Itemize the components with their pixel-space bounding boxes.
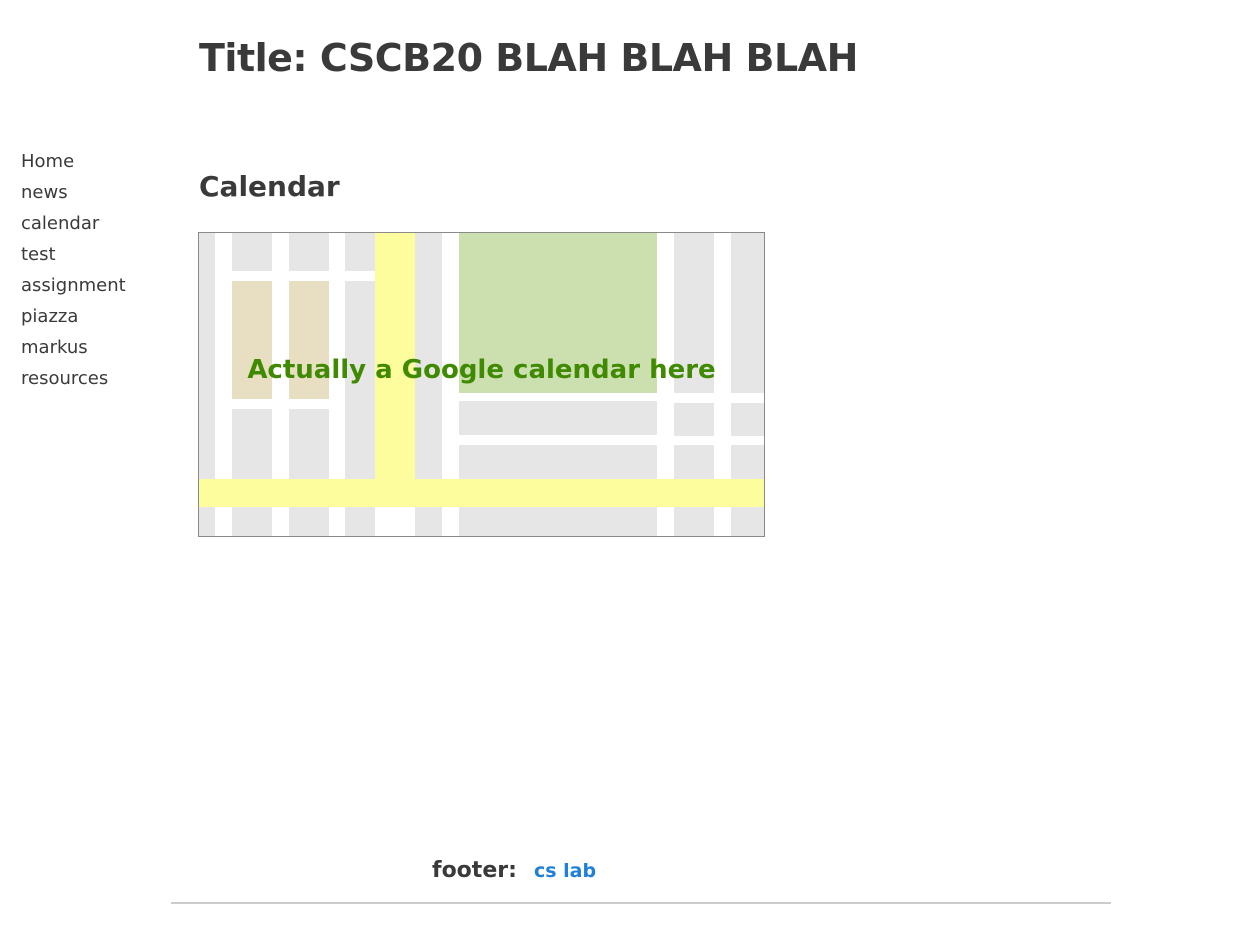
- sidebar-item-resources[interactable]: resources: [21, 365, 126, 396]
- page: Title: CSCB20 BLAH BLAH BLAH Home news c…: [0, 0, 1258, 925]
- sidebar-item-news[interactable]: news: [21, 179, 126, 210]
- sidebar-item-markus[interactable]: markus: [21, 334, 126, 365]
- sidebar-item-assignment[interactable]: assignment: [21, 272, 126, 303]
- sidebar-nav: Home news calendar test assignment piazz…: [21, 148, 126, 396]
- calendar-placeholder-text: Actually a Google calendar here: [247, 355, 716, 385]
- sidebar-item-test[interactable]: test: [21, 241, 126, 272]
- cs-lab-link[interactable]: cs lab: [534, 860, 596, 882]
- sidebar-item-home[interactable]: Home: [21, 148, 126, 179]
- footer-divider: [171, 902, 1111, 904]
- sidebar-item-calendar[interactable]: calendar: [21, 210, 126, 241]
- footer: footer: cs lab: [432, 858, 596, 883]
- section-heading: Calendar: [199, 170, 340, 203]
- calendar-embed[interactable]: Actually a Google calendar here: [198, 232, 765, 537]
- page-title: Title: CSCB20 BLAH BLAH BLAH: [199, 36, 858, 80]
- footer-label: footer:: [432, 858, 517, 883]
- sidebar-item-piazza[interactable]: piazza: [21, 303, 126, 334]
